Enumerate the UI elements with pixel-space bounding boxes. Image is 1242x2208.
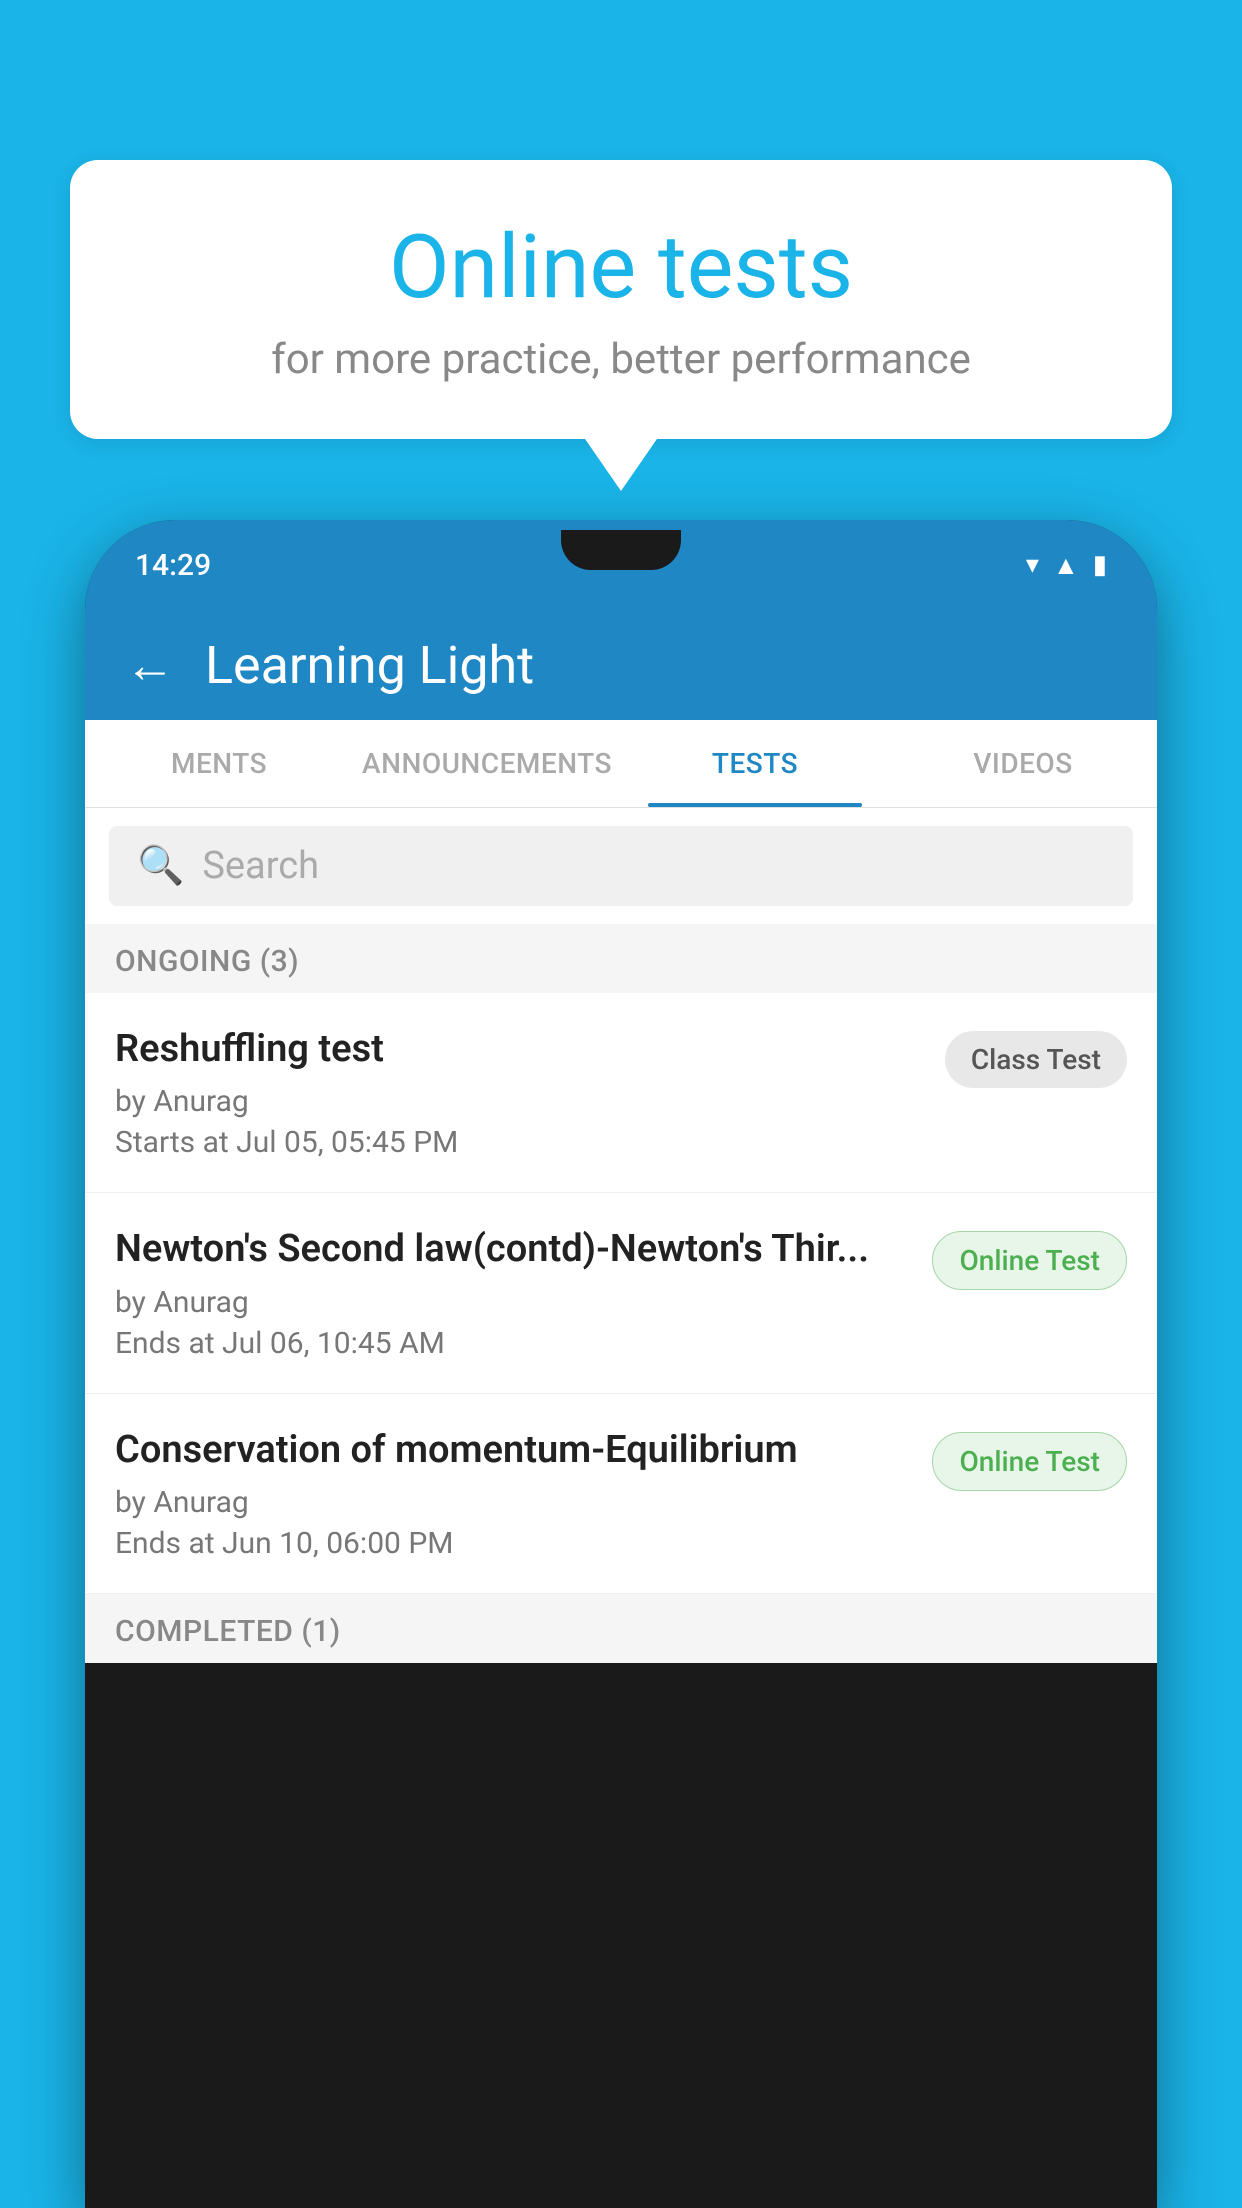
test-list: Reshuffling test by Anurag Starts at Jul… bbox=[85, 993, 1157, 1594]
test-name-2: Newton's Second law(contd)-Newton's Thir… bbox=[115, 1225, 912, 1274]
app-content: 🔍 Search ONGOING (3) Reshuffling test by… bbox=[85, 808, 1157, 1663]
test-by-1: by Anurag bbox=[115, 1084, 925, 1119]
test-badge-2: Online Test bbox=[932, 1231, 1127, 1290]
test-info-2: Newton's Second law(contd)-Newton's Thir… bbox=[115, 1225, 912, 1360]
tab-tests[interactable]: TESTS bbox=[621, 720, 889, 807]
battery-icon: ▮ bbox=[1093, 550, 1107, 580]
test-by-2: by Anurag bbox=[115, 1285, 912, 1320]
back-button[interactable]: ← bbox=[125, 636, 175, 695]
phone-frame: 14:29 ▾ ▲ ▮ ← Learning Light MENTS ANNOU… bbox=[85, 520, 1157, 2208]
test-item-1[interactable]: Reshuffling test by Anurag Starts at Jul… bbox=[85, 993, 1157, 1193]
test-time-2: Ends at Jul 06, 10:45 AM bbox=[115, 1326, 912, 1361]
app-header: ← Learning Light bbox=[85, 610, 1157, 720]
test-info-3: Conservation of momentum-Equilibrium by … bbox=[115, 1426, 912, 1561]
test-name-1: Reshuffling test bbox=[115, 1025, 925, 1074]
tab-bar: MENTS ANNOUNCEMENTS TESTS VIDEOS bbox=[85, 720, 1157, 808]
search-input[interactable]: Search bbox=[202, 844, 319, 888]
wifi-icon: ▾ bbox=[1026, 550, 1039, 580]
bubble-title: Online tests bbox=[120, 220, 1122, 317]
status-time: 14:29 bbox=[135, 548, 211, 583]
speech-bubble: Online tests for more practice, better p… bbox=[70, 160, 1172, 439]
test-badge-3: Online Test bbox=[932, 1432, 1127, 1491]
ongoing-section-label: ONGOING (3) bbox=[85, 924, 1157, 993]
app-title: Learning Light bbox=[205, 635, 534, 696]
test-item-3[interactable]: Conservation of momentum-Equilibrium by … bbox=[85, 1394, 1157, 1594]
search-container: 🔍 Search bbox=[85, 808, 1157, 924]
tab-ments[interactable]: MENTS bbox=[85, 720, 353, 807]
status-icons: ▾ ▲ ▮ bbox=[1026, 550, 1107, 581]
test-by-3: by Anurag bbox=[115, 1485, 912, 1520]
search-icon: 🔍 bbox=[137, 844, 184, 888]
test-badge-1: Class Test bbox=[945, 1031, 1127, 1088]
test-name-3: Conservation of momentum-Equilibrium bbox=[115, 1426, 912, 1475]
test-info-1: Reshuffling test by Anurag Starts at Jul… bbox=[115, 1025, 925, 1160]
test-time-3: Ends at Jun 10, 06:00 PM bbox=[115, 1526, 912, 1561]
test-time-1: Starts at Jul 05, 05:45 PM bbox=[115, 1125, 925, 1160]
signal-icon: ▲ bbox=[1053, 550, 1079, 581]
bubble-subtitle: for more practice, better performance bbox=[120, 335, 1122, 384]
completed-section-label: COMPLETED (1) bbox=[85, 1594, 1157, 1663]
search-bar[interactable]: 🔍 Search bbox=[109, 826, 1133, 906]
test-item-2[interactable]: Newton's Second law(contd)-Newton's Thir… bbox=[85, 1193, 1157, 1393]
status-bar: 14:29 ▾ ▲ ▮ bbox=[85, 520, 1157, 610]
tab-videos[interactable]: VIDEOS bbox=[889, 720, 1157, 807]
phone-wrapper: 14:29 ▾ ▲ ▮ ← Learning Light MENTS ANNOU… bbox=[85, 520, 1157, 2208]
tab-announcements[interactable]: ANNOUNCEMENTS bbox=[353, 720, 621, 807]
